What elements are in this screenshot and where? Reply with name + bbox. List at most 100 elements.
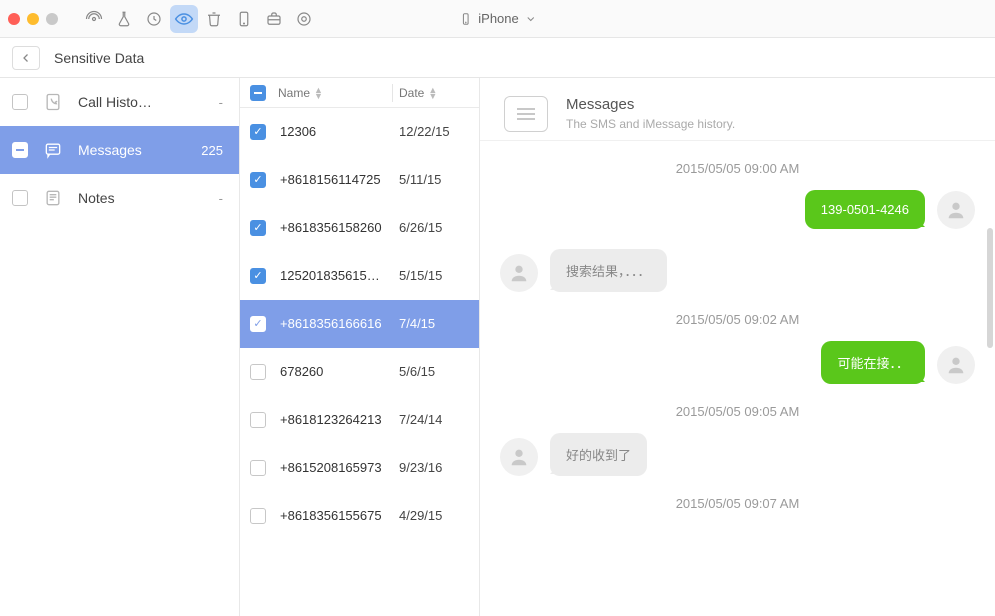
avatar	[500, 438, 538, 476]
messages-icon	[42, 140, 64, 160]
row-checkbox[interactable]	[250, 316, 266, 332]
sidebar-item-notes[interactable]: Notes -	[0, 174, 239, 222]
category-sidebar: Call Histo… - Messages 225 Notes -	[0, 78, 240, 616]
checkbox-indeterminate[interactable]	[250, 85, 266, 101]
row-checkbox[interactable]	[250, 508, 266, 524]
header-name[interactable]: Name ▲▼	[278, 86, 386, 100]
chat-bubble: 搜索结果，．．．	[550, 249, 667, 292]
traffic-lights	[8, 13, 58, 25]
row-name: +8618356166616	[280, 316, 399, 331]
avatar	[937, 346, 975, 384]
briefcase-icon[interactable]	[260, 5, 288, 33]
back-button[interactable]	[12, 46, 40, 70]
table-row[interactable]: +86183561556754/29/15	[240, 492, 479, 540]
row-name: 678260	[280, 364, 399, 379]
target-icon[interactable]	[290, 5, 318, 33]
minimize-window-button[interactable]	[27, 13, 39, 25]
row-date: 7/4/15	[399, 316, 469, 331]
sidebar-item-count: -	[219, 95, 227, 110]
toolbar-icons	[80, 5, 318, 33]
row-checkbox[interactable]	[250, 124, 266, 140]
row-name: +8615208165973	[280, 460, 399, 475]
chat-bubble: 139-0501-4246	[805, 190, 925, 229]
table-row[interactable]: +86181232642137/24/14	[240, 396, 479, 444]
row-name: 125201835615…	[280, 268, 399, 283]
device-name: iPhone	[478, 11, 518, 26]
row-date: 4/29/15	[399, 508, 469, 523]
row-checkbox[interactable]	[250, 220, 266, 236]
subheader: Sensitive Data	[0, 38, 995, 78]
row-date: 9/23/16	[399, 460, 469, 475]
conversation-pane: Messages The SMS and iMessage history. 2…	[480, 78, 995, 616]
row-checkbox[interactable]	[250, 364, 266, 380]
flask-icon[interactable]	[110, 5, 138, 33]
table-row[interactable]: +86152081659739/23/16	[240, 444, 479, 492]
trash-icon[interactable]	[200, 5, 228, 33]
chat-message-recv: 好的收到了	[500, 433, 975, 476]
table-row[interactable]: +86181561147255/11/15	[240, 156, 479, 204]
avatar	[937, 191, 975, 229]
chat-message-sent: 可能在接．．	[500, 341, 975, 384]
sidebar-item-callhistory[interactable]: Call Histo… -	[0, 78, 239, 126]
checkbox[interactable]	[12, 190, 28, 206]
sidebar-item-messages[interactable]: Messages 225	[0, 126, 239, 174]
scrollbar-thumb[interactable]	[987, 228, 993, 348]
table-row[interactable]: 1230612/22/15	[240, 108, 479, 156]
row-date: 5/15/15	[399, 268, 469, 283]
window-toolbar: iPhone	[0, 0, 995, 38]
chat-bubble: 可能在接．．	[821, 341, 925, 384]
pane-header: Messages The SMS and iMessage history.	[480, 78, 995, 141]
chat-timestamp: 2015/05/05 09:07 AM	[500, 496, 975, 511]
row-checkbox[interactable]	[250, 268, 266, 284]
chat-message-sent: 139-0501-4246	[500, 190, 975, 229]
row-date: 6/26/15	[399, 220, 469, 235]
row-date: 5/11/15	[399, 172, 469, 187]
checkbox[interactable]	[12, 94, 28, 110]
header-checkbox-cell[interactable]	[250, 85, 278, 101]
table-row[interactable]: 125201835615…5/15/15	[240, 252, 479, 300]
eye-icon[interactable]	[170, 5, 198, 33]
checkbox-indeterminate[interactable]	[12, 142, 28, 158]
chat-message-recv: 搜索结果，．．．	[500, 249, 975, 292]
row-checkbox[interactable]	[250, 412, 266, 428]
row-name: +8618356158260	[280, 220, 399, 235]
row-date: 12/22/15	[399, 124, 469, 139]
chat-timestamp: 2015/05/05 09:00 AM	[500, 161, 975, 176]
pane-subtitle: The SMS and iMessage history.	[566, 117, 735, 131]
sort-arrows-icon: ▲▼	[314, 87, 323, 99]
chevron-left-icon	[20, 52, 32, 64]
chat-timestamp: 2015/05/05 09:02 AM	[500, 312, 975, 327]
pane-title: Messages	[566, 96, 735, 113]
table-row[interactable]: 6782605/6/15	[240, 348, 479, 396]
table-row[interactable]: +86183561582606/26/15	[240, 204, 479, 252]
message-list-panel: Name ▲▼ Date ▲▼ 1230612/22/15+8618156114…	[240, 78, 480, 616]
row-checkbox[interactable]	[250, 172, 266, 188]
row-checkbox[interactable]	[250, 460, 266, 476]
row-name: +8618156114725	[280, 172, 399, 187]
tablet-icon[interactable]	[230, 5, 258, 33]
header-date[interactable]: Date ▲▼	[399, 86, 469, 100]
zoom-window-button[interactable]	[46, 13, 58, 25]
close-window-button[interactable]	[8, 13, 20, 25]
avatar	[500, 254, 538, 292]
page-title: Sensitive Data	[54, 50, 144, 66]
sidebar-item-label: Call Histo…	[78, 94, 205, 110]
chat-timestamp: 2015/05/05 09:05 AM	[500, 404, 975, 419]
chat-transcript[interactable]: 2015/05/05 09:00 AM 139-0501-4246 搜索结果，．．．…	[480, 141, 995, 616]
column-divider	[392, 84, 393, 102]
notes-icon	[42, 188, 64, 208]
sidebar-item-count: 225	[201, 143, 227, 158]
broadcast-icon[interactable]	[80, 5, 108, 33]
row-date: 7/24/14	[399, 412, 469, 427]
row-date: 5/6/15	[399, 364, 469, 379]
row-name: 12306	[280, 124, 399, 139]
sidebar-item-count: -	[219, 191, 227, 206]
table-row[interactable]: +86183561666167/4/15	[240, 300, 479, 348]
clock-icon[interactable]	[140, 5, 168, 33]
chevron-down-icon	[525, 13, 537, 25]
chat-bubble: 好的收到了	[550, 433, 647, 476]
message-rows: 1230612/22/15+86181561147255/11/15+86183…	[240, 108, 479, 616]
callhistory-icon	[42, 92, 64, 112]
device-selector[interactable]: iPhone	[458, 11, 536, 26]
sort-arrows-icon: ▲▼	[428, 87, 437, 99]
